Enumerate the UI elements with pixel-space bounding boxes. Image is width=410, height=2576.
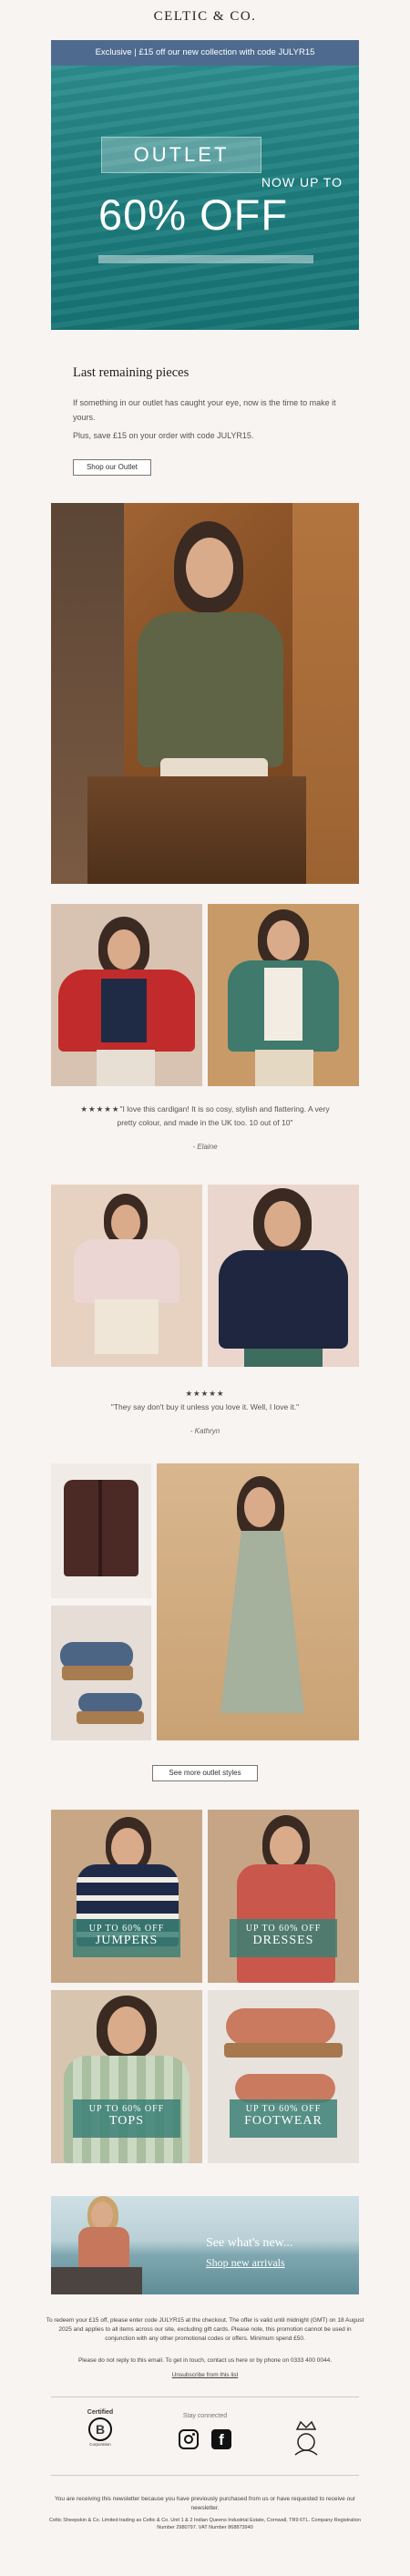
intro-code-paragraph: Plus, save £15 on your order with code J…	[73, 431, 254, 440]
photo-sandals[interactable]	[51, 1606, 151, 1740]
email-page: CELTIC & CO. Exclusive | £15 off our new…	[0, 0, 410, 2576]
b-corp-icon: B	[88, 2417, 112, 2441]
review-elaine: ★★★★★"I love this cardigan! It is so cos…	[73, 1103, 337, 1130]
now-up-to-text: NOW UP TO	[261, 175, 343, 190]
photo-red-cardigan[interactable]	[51, 904, 202, 1086]
review-author: - Elaine	[192, 1143, 218, 1151]
shop-outlet-button[interactable]: Shop our Outlet	[73, 459, 151, 476]
intro-paragraph: If something in our outlet has caught yo…	[73, 398, 336, 422]
category-footwear[interactable]: UP TO 60% OFF FOOTWEAR	[208, 1990, 359, 2163]
see-more-outlet-button[interactable]: See more outlet styles	[152, 1765, 258, 1781]
category-tops[interactable]: UP TO 60% OFF TOPS	[51, 1990, 202, 2163]
review-kathryn: ★★★★★ "They say don't buy it unless you …	[73, 1387, 337, 1414]
rating-stars: ★★★★★	[185, 1389, 225, 1398]
royal-warrant-icon	[288, 2418, 324, 2458]
divider	[51, 2475, 359, 2476]
new-banner-title: See what's new...	[206, 2236, 293, 2250]
hero-bar	[98, 255, 313, 263]
facebook-icon[interactable]: f	[211, 2429, 231, 2449]
divider	[51, 2396, 359, 2397]
photo-navy-jumper[interactable]	[208, 1185, 359, 1367]
photo-sage-dress[interactable]	[157, 1463, 359, 1740]
category-label: UP TO 60% OFF FOOTWEAR	[230, 2099, 337, 2138]
percent-off-text: 60% OFF	[98, 190, 289, 239]
review-author: - Kathryn	[190, 1427, 220, 1435]
category-label: UP TO 60% OFF JUMPERS	[73, 1919, 180, 1957]
category-dresses[interactable]: UP TO 60% OFF DRESSES	[208, 1810, 359, 1983]
receiving-notice: You are receiving this newsletter becaus…	[54, 2496, 355, 2511]
reply-notice: Please do not reply to this email. To ge…	[77, 2357, 333, 2364]
outlet-label: OUTLET	[101, 137, 261, 173]
model-photo-green-jumper[interactable]	[51, 503, 359, 884]
promo-strip[interactable]: Exclusive | £15 off our new collection w…	[51, 40, 359, 66]
new-arrivals-banner[interactable]: See what's new... Shop new arrivals	[51, 2196, 359, 2294]
brand-logo[interactable]: CELTIC & CO.	[0, 9, 410, 25]
hero-banner[interactable]: Exclusive | £15 off our new collection w…	[51, 40, 359, 330]
rating-stars: ★★★★★	[80, 1104, 120, 1114]
instagram-icon[interactable]	[179, 2429, 199, 2449]
category-label: UP TO 60% OFF DRESSES	[230, 1919, 337, 1957]
category-label: UP TO 60% OFF TOPS	[73, 2099, 180, 2138]
shop-new-arrivals-link[interactable]: Shop new arrivals	[206, 2256, 285, 2270]
stay-connected-label: Stay connected	[182, 2413, 228, 2419]
terms-text: To redeem your £15 off, please enter cod…	[46, 2317, 364, 2342]
photo-green-cardigan[interactable]	[208, 904, 359, 1086]
review-text: "They say don't buy it unless you love i…	[110, 1402, 300, 1411]
review-text: "I love this cardigan! It is so cosy, st…	[117, 1104, 330, 1127]
legal-text: Celtic Sheepskin & Co. Limited trading a…	[49, 2518, 361, 2530]
photo-pink-jumper[interactable]	[51, 1185, 202, 1367]
photo-brown-jacket[interactable]	[51, 1463, 151, 1598]
unsubscribe-link[interactable]: Unsubscribe from this list	[46, 2371, 364, 2380]
category-jumpers[interactable]: UP TO 60% OFF JUMPERS	[51, 1810, 202, 1983]
section-title: Last remaining pieces	[73, 365, 190, 380]
